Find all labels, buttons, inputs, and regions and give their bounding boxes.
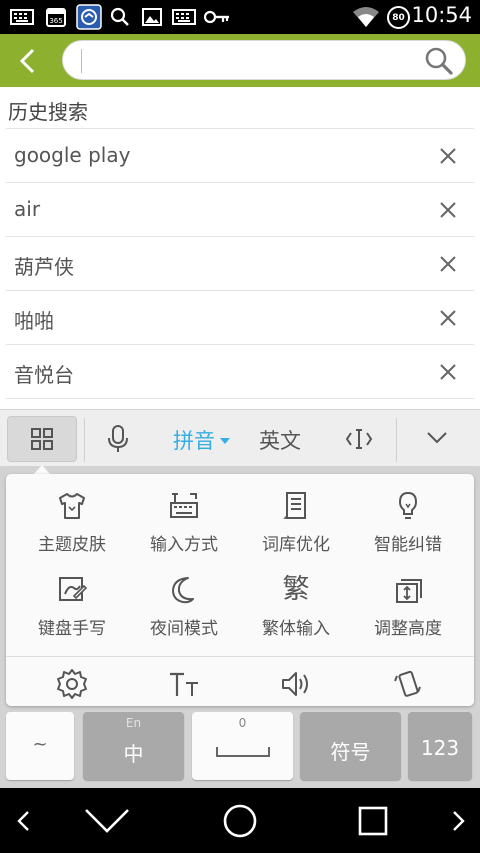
history-item[interactable]: google play [6, 129, 474, 183]
handwriting-button[interactable]: 键盘手写 [16, 574, 128, 644]
panel-item-label: 夜间模式 [150, 619, 218, 639]
keyboard-mode-icon [170, 493, 198, 518]
keyboard-icon [10, 7, 34, 27]
search-icon [110, 7, 130, 27]
english-mode-button[interactable]: 英文 [259, 425, 301, 455]
settings-panel: 主题皮肤 输入方式 词库优化 智能纠错 键盘手写 夜间模式 繁 繁体输入 调整高… [6, 474, 474, 706]
keyboard-icon [172, 7, 196, 27]
search-header [0, 34, 480, 87]
dropdown-arrow-icon [220, 438, 230, 444]
recent-apps-button[interactable] [355, 802, 391, 840]
history-item[interactable]: 葫芦侠 [6, 237, 474, 291]
ime-toolbar: 拼音 英文 [0, 409, 480, 466]
chevron-down-icon [85, 809, 129, 833]
chevron-left-icon [19, 48, 35, 74]
clock: 10:54 [411, 3, 472, 27]
theme-skin-button[interactable]: 主题皮肤 [16, 490, 128, 560]
grid-icon [31, 428, 53, 450]
shirt-icon [59, 493, 85, 519]
image-icon [142, 7, 162, 27]
font-size-icon[interactable] [168, 668, 200, 700]
symbol-key[interactable]: 符号 [300, 712, 401, 780]
history-title: 历史搜索 [8, 100, 88, 124]
dictionary-optimize-button[interactable]: 词库优化 [240, 490, 352, 560]
history-item-label: air [14, 197, 41, 221]
handwriting-icon [59, 577, 88, 601]
panel-item-label: 调整高度 [374, 619, 442, 639]
tilde-key[interactable]: ~ [6, 712, 74, 780]
dictionary-icon [283, 492, 306, 519]
divider [396, 418, 397, 462]
close-icon[interactable] [438, 254, 458, 274]
search-input[interactable] [62, 40, 466, 80]
traditional-char-icon: 繁 [282, 574, 310, 605]
key-icon [204, 7, 230, 27]
pinyin-mode-button[interactable]: 拼音 [173, 425, 215, 455]
panel-item-label: 键盘手写 [38, 619, 106, 639]
cursor-left-button[interactable] [8, 802, 38, 840]
traditional-input-button[interactable]: 繁 繁体输入 [240, 574, 352, 644]
microphone-icon[interactable] [106, 425, 130, 453]
history-item-label: 啪啪 [14, 309, 54, 333]
panel-item-label: 智能纠错 [374, 535, 442, 555]
app-icon [76, 4, 102, 30]
divider [84, 418, 85, 462]
home-circle-icon [223, 804, 257, 838]
wifi-icon [352, 6, 380, 28]
close-icon[interactable] [438, 200, 458, 220]
vibrate-icon[interactable] [392, 668, 424, 700]
panel-item-label: 主题皮肤 [38, 535, 106, 555]
svg-text:365: 365 [49, 17, 62, 25]
search-icon[interactable] [423, 45, 455, 77]
panel-item-label: 输入方式 [150, 535, 218, 555]
space-icon [216, 747, 270, 757]
history-item-label: 音悦台 [14, 363, 74, 387]
resize-icon [396, 579, 422, 603]
battery-icon: 80 [387, 6, 410, 29]
key-label: ~ [32, 734, 48, 755]
menu-grid-button[interactable] [7, 416, 77, 462]
chevron-down-icon[interactable] [426, 431, 448, 445]
panel-pointer [34, 465, 50, 474]
history-item-label: 葫芦侠 [14, 255, 74, 279]
cursor-move-icon[interactable] [345, 427, 373, 451]
close-icon[interactable] [438, 146, 458, 166]
smart-correction-button[interactable]: 智能纠错 [352, 490, 464, 560]
divider [6, 656, 474, 657]
bulb-icon [398, 491, 418, 519]
close-icon[interactable] [438, 308, 458, 328]
night-mode-button[interactable]: 夜间模式 [128, 574, 240, 644]
chevron-right-icon [453, 811, 465, 831]
numbers-key[interactable]: 123 [408, 712, 472, 780]
cursor-right-button[interactable] [444, 802, 474, 840]
navigation-bar [0, 788, 480, 853]
language-switch-key[interactable]: En 中 [83, 712, 184, 780]
status-bar: 365 80 10:54 [0, 0, 480, 34]
input-method-button[interactable]: 输入方式 [128, 490, 240, 560]
history-item[interactable]: 啪啪 [6, 291, 474, 345]
sound-icon[interactable] [280, 668, 312, 700]
close-icon[interactable] [438, 362, 458, 382]
history-item-label: google play [14, 143, 131, 167]
hide-keyboard-button[interactable] [82, 802, 132, 840]
panel-item-label: 繁体输入 [262, 619, 330, 639]
key-label: 中 [123, 742, 144, 766]
key-sublabel: En [125, 716, 142, 730]
adjust-height-button[interactable]: 调整高度 [352, 574, 464, 644]
back-button[interactable] [8, 42, 48, 80]
key-label: 符号 [330, 740, 371, 764]
settings-icon[interactable] [56, 668, 88, 700]
chevron-left-icon [17, 811, 29, 831]
panel-item-label: 词库优化 [262, 535, 330, 555]
space-key[interactable]: 0 [192, 712, 293, 780]
key-label: 123 [420, 736, 460, 760]
text-cursor [81, 49, 82, 73]
key-sublabel: 0 [238, 716, 247, 730]
moon-icon [172, 577, 194, 604]
history-item[interactable]: 音悦台 [6, 345, 474, 399]
square-icon [358, 806, 388, 836]
home-button[interactable] [220, 802, 260, 840]
calendar-icon: 365 [46, 7, 66, 27]
history-item[interactable]: air [6, 183, 474, 237]
